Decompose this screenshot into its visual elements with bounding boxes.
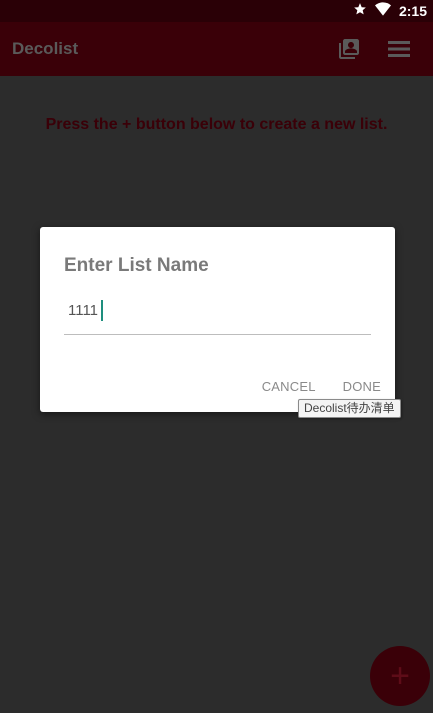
status-time: 2:15 — [398, 3, 427, 19]
contacts-icon[interactable] — [335, 35, 363, 63]
tooltip: Decolist待办清单 — [298, 399, 401, 418]
app-title: Decolist — [12, 39, 79, 58]
status-icons: 2:15 — [353, 1, 427, 21]
cancel-button[interactable]: CANCEL — [262, 379, 316, 394]
app-bar: Decolist — [0, 22, 433, 76]
dialog-actions: CANCEL DONE — [262, 379, 381, 394]
plus-icon: + — [390, 657, 410, 695]
dialog-title: Enter List Name — [64, 255, 209, 276]
done-button[interactable]: DONE — [343, 379, 381, 394]
list-name-value: 1111 — [68, 302, 99, 319]
status-bar: 2:15 — [0, 0, 433, 22]
list-name-dialog: Enter List Name 1111 CANCEL DONE — [40, 227, 395, 412]
list-name-input[interactable]: 1111 — [64, 297, 371, 335]
text-caret — [101, 300, 103, 321]
add-list-button[interactable]: + — [370, 646, 430, 706]
empty-hint: Press the + button below to create a new… — [45, 116, 388, 133]
star-icon — [353, 2, 367, 21]
menu-icon[interactable] — [385, 35, 413, 63]
wifi-icon — [374, 1, 391, 21]
